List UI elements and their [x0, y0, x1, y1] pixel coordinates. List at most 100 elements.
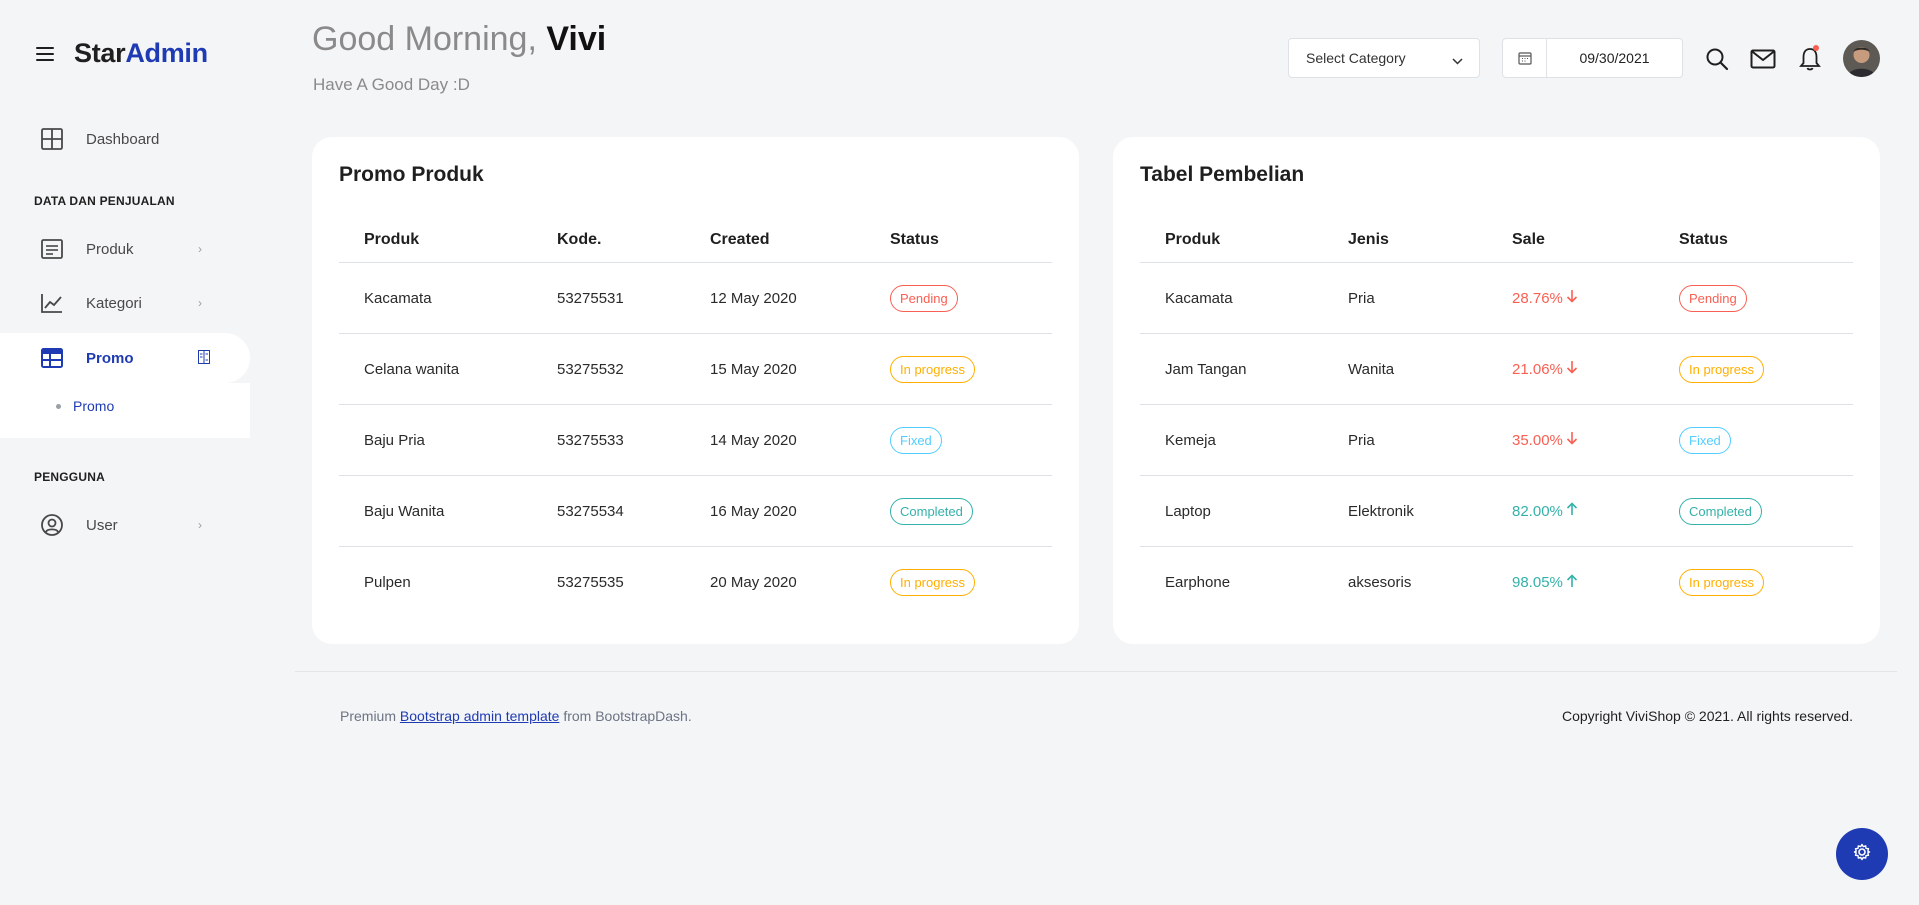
- avatar[interactable]: [1843, 40, 1880, 77]
- table-row[interactable]: Kemeja Pria 35.00% Fixed: [1140, 405, 1853, 476]
- jenis-cell: Pria: [1348, 431, 1375, 449]
- grid-icon: [38, 125, 66, 153]
- settings-button[interactable]: [1836, 828, 1888, 880]
- table-row[interactable]: Kacamata Pria 28.76% Pending: [1140, 263, 1853, 334]
- created-cell: 12 May 2020: [710, 289, 797, 307]
- sidebar-item-label: Dashboard: [86, 130, 160, 148]
- sale-value: 28.76%: [1512, 289, 1578, 307]
- produk-cell: Laptop: [1165, 502, 1211, 520]
- category-select[interactable]: Select Category: [1288, 38, 1480, 78]
- arrow-down-icon: [1563, 360, 1578, 378]
- sidebar-item-label: Promo: [86, 349, 134, 367]
- sale-value: 35.00%: [1512, 431, 1578, 449]
- chevron-right-icon: ›: [198, 296, 202, 310]
- table-row[interactable]: Jam Tangan Wanita 21.06% In progress: [1140, 334, 1853, 405]
- sale-cell: 98.05%: [1487, 573, 1654, 592]
- card-title: Promo Produk: [339, 163, 484, 186]
- sidebar-subitem-label: Promo: [73, 398, 115, 414]
- mail-icon[interactable]: [1748, 44, 1778, 74]
- sidebar-item-promo[interactable]: Promo: [0, 333, 250, 383]
- produk-cell: Kemeja: [1165, 431, 1216, 449]
- status-cell: Completed: [1654, 497, 1762, 525]
- sale-percent: 21.06%: [1512, 360, 1563, 378]
- sidebar-subitem-promo[interactable]: Promo: [56, 398, 114, 414]
- table-row[interactable]: Baju Wanita 53275534 16 May 2020 Completed: [339, 476, 1052, 547]
- tabel-pembelian-card: Tabel Pembelian Produk Jenis Sale Status…: [1113, 137, 1880, 644]
- collapse-icon[interactable]: [198, 350, 210, 367]
- document-icon: [38, 235, 66, 263]
- footer-copyright: Copyright ViviShop © 2021. All rights re…: [1562, 708, 1853, 724]
- brand-logo[interactable]: StarAdmin: [74, 38, 208, 69]
- column-header: Sale: [1512, 231, 1545, 248]
- table-row[interactable]: Pulpen 53275535 20 May 2020 In progress: [339, 547, 1052, 618]
- produk-cell: Kacamata: [364, 289, 432, 307]
- status-badge: In progress: [1679, 569, 1765, 596]
- produk-cell: Baju Wanita: [364, 502, 445, 520]
- jenis-cell: Wanita: [1348, 360, 1395, 378]
- sidebar-section-pengguna: PENGGUNA: [34, 470, 105, 484]
- sidebar-item-label: Kategori: [86, 294, 142, 312]
- menu-icon[interactable]: [36, 46, 54, 61]
- status-cell: Fixed: [1654, 426, 1731, 454]
- table-row[interactable]: Laptop Elektronik 82.00% Completed: [1140, 476, 1853, 547]
- sidebar-item-dashboard[interactable]: Dashboard: [0, 114, 250, 164]
- status-cell: In progress: [1654, 569, 1765, 596]
- bell-icon[interactable]: [1795, 44, 1825, 74]
- column-header: Jenis: [1348, 231, 1389, 248]
- produk-cell: Baju Pria: [364, 431, 425, 449]
- sidebar-submenu: [0, 383, 250, 438]
- sidebar-item-kategori[interactable]: Kategori ›: [0, 278, 250, 328]
- status-cell: In progress: [1654, 355, 1765, 383]
- footer-link[interactable]: Bootstrap admin template: [400, 708, 560, 724]
- sidebar-item-label: Produk: [86, 240, 134, 258]
- promo-table: Produk Kode. Created Status Kacamata 5327…: [339, 218, 1052, 618]
- status-badge: In progress: [890, 569, 976, 596]
- table-header: Produk Kode. Created Status: [339, 218, 1052, 263]
- status-badge: Completed: [890, 497, 973, 525]
- calendar-icon[interactable]: [1503, 39, 1547, 77]
- date-picker[interactable]: 09/30/2021: [1502, 38, 1683, 78]
- sale-cell: 82.00%: [1487, 502, 1654, 520]
- arrow-up-icon: [1563, 502, 1578, 520]
- line-chart-icon: [38, 289, 66, 317]
- jenis-cell: Elektronik: [1348, 502, 1414, 520]
- user-circle-icon: [38, 511, 66, 539]
- card-title: Tabel Pembelian: [1140, 163, 1305, 186]
- page-subtitle: Have A Good Day :D: [313, 75, 470, 94]
- table-row[interactable]: Earphone aksesoris 98.05% In progress: [1140, 547, 1853, 618]
- promo-produk-card: Promo Produk Produk Kode. Created Status…: [312, 137, 1079, 644]
- sale-percent: 35.00%: [1512, 431, 1563, 449]
- category-select-value: Select Category: [1306, 50, 1406, 66]
- table-row[interactable]: Celana wanita 53275532 15 May 2020 In progr…: [339, 334, 1052, 405]
- sale-cell: 35.00%: [1487, 431, 1654, 449]
- sale-cell: 28.76%: [1487, 289, 1654, 307]
- sidebar: StarAdmin Dashboard DATA DAN PENJUALAN P…: [0, 0, 250, 905]
- sidebar-section-data: DATA DAN PENJUALAN: [34, 194, 175, 208]
- arrow-up-icon: [1563, 573, 1578, 592]
- jenis-cell: aksesoris: [1348, 574, 1412, 591]
- sale-value: 98.05%: [1512, 573, 1578, 592]
- table-row[interactable]: Baju Pria 53275533 14 May 2020 Fixed: [339, 405, 1052, 476]
- search-icon[interactable]: [1702, 44, 1732, 74]
- status-badge: Fixed: [1679, 426, 1731, 454]
- status-cell: Fixed: [865, 426, 942, 454]
- sale-percent: 82.00%: [1512, 502, 1563, 520]
- bullet-icon: [56, 403, 61, 409]
- status-cell: In progress: [865, 569, 976, 596]
- arrow-down-icon: [1563, 431, 1578, 449]
- table-row[interactable]: Kacamata 53275531 12 May 2020 Pending: [339, 263, 1052, 334]
- purchase-table: Produk Jenis Sale Status Kacamata Pria 28.…: [1140, 218, 1853, 618]
- status-badge: Pending: [1679, 284, 1747, 312]
- date-input[interactable]: 09/30/2021: [1547, 50, 1682, 66]
- footer-divider: [295, 671, 1897, 672]
- status-badge: In progress: [1679, 355, 1765, 383]
- sidebar-item-produk[interactable]: Produk ›: [0, 224, 250, 274]
- table-header: Produk Jenis Sale Status: [1140, 218, 1853, 263]
- column-header: Status: [1679, 231, 1728, 248]
- status-cell: Pending: [865, 284, 958, 312]
- table-icon: [38, 344, 66, 372]
- sidebar-item-user[interactable]: User ›: [0, 500, 250, 550]
- status-badge: Completed: [1679, 497, 1762, 525]
- status-cell: Pending: [1654, 284, 1747, 312]
- status-badge: In progress: [890, 355, 976, 383]
